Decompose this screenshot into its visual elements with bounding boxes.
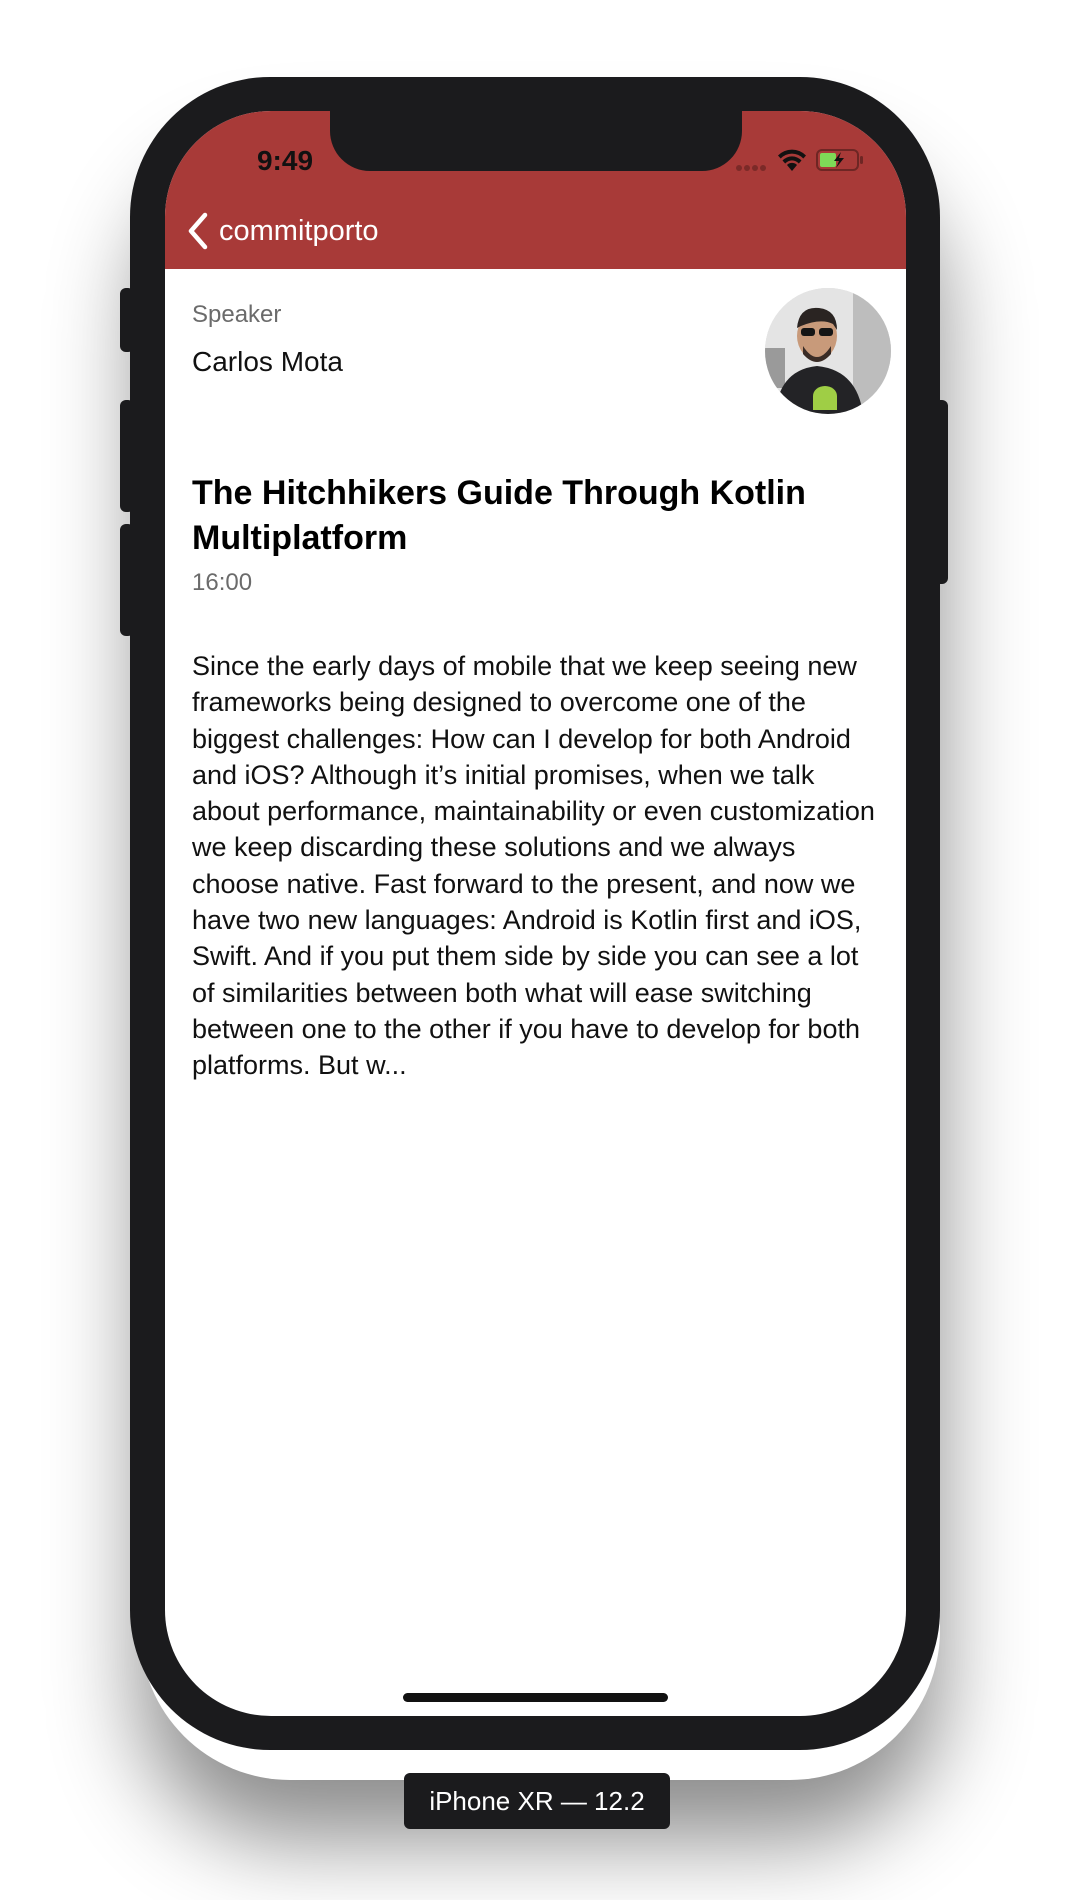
talk-description: Since the early days of mobile that we k… [192,651,875,1081]
status-time: 9:49 [256,145,314,176]
device-label: iPhone XR — 12.2 [404,1773,670,1829]
chevron-left-icon [188,212,208,250]
cellular-signal-icon [736,158,768,171]
speaker-caption: Speaker [192,301,282,328]
back-button[interactable]: commitporto [185,209,379,253]
back-button-label: commitporto [219,214,379,247]
home-indicator[interactable] [403,1693,668,1702]
status-icons [736,147,876,177]
app-screen: 9:49 commitporto Speaker Carlos Mota The… [165,111,906,1716]
battery-charging-icon [816,149,863,171]
device-notch [330,111,742,171]
talk-time: 16:00 [192,569,253,596]
speaker-name: Carlos Mota [192,346,343,377]
talk-title: The Hitchhikers Guide Through Kotlin Mul… [192,474,806,557]
wifi-icon [778,149,806,171]
speaker-avatar [765,288,891,414]
